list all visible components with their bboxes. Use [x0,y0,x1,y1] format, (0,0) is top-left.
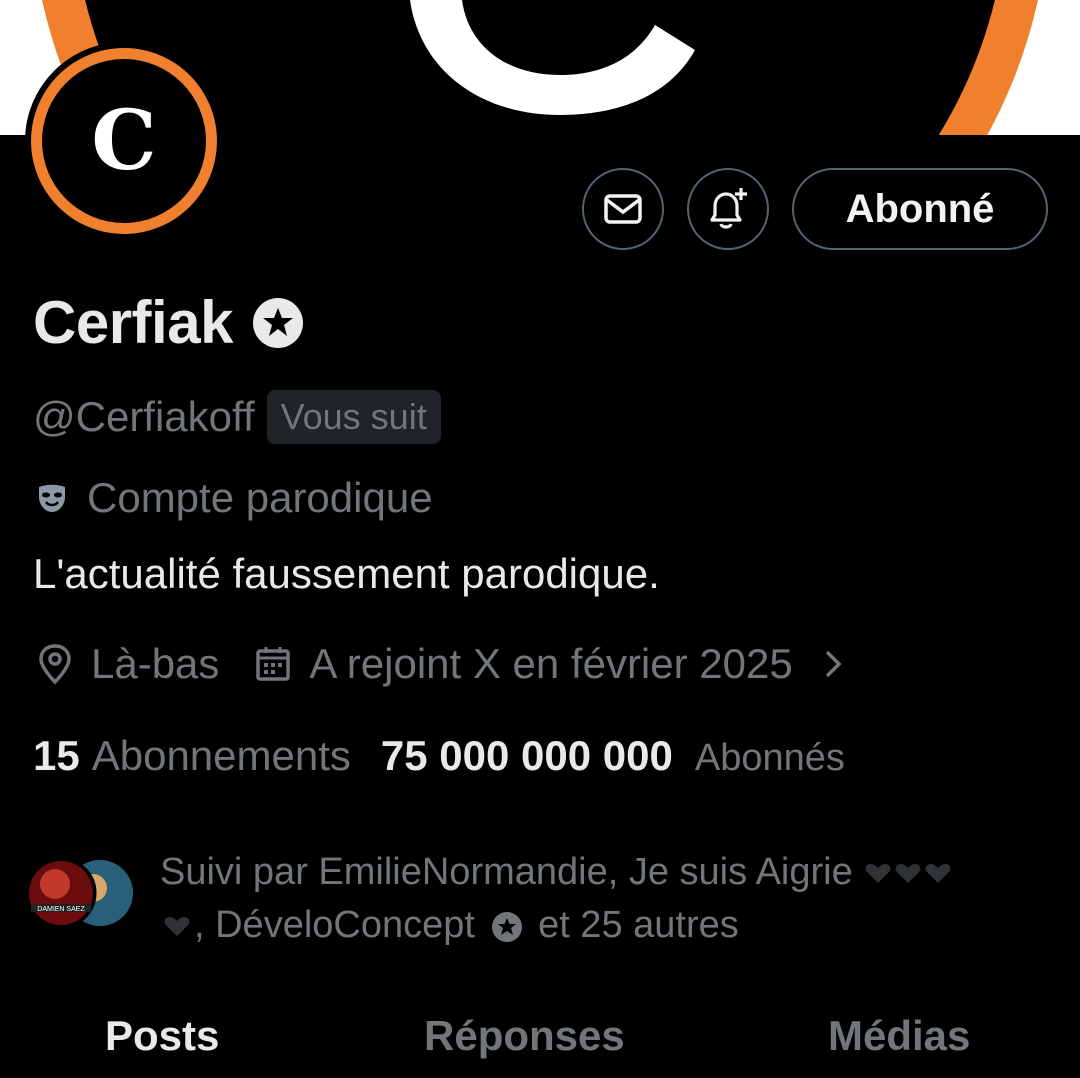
svg-text:DAMIEN SAEZ: DAMIEN SAEZ [37,906,85,913]
display-name: Cerfiak [33,289,233,356]
theater-mask-icon [39,484,65,512]
following-label: Abonnements [91,732,351,779]
parody-label-row[interactable]: Compte parodique [35,474,433,522]
followers-label: Abonnés [694,737,845,779]
followers-count: 75 000 000 000 [380,732,673,779]
user-handle: @Cerfiakoff [33,393,255,440]
chevron-right-icon[interactable] [815,644,851,684]
grey-hearts-icon [865,863,951,883]
verified-badge-icon [491,911,522,942]
notifications-button[interactable] [687,168,769,250]
followed-by-text: Suivi par EmilieNormandie, Je suis Aigri… [160,846,1020,952]
follows-you-badge: Vous suit [266,390,441,444]
grey-heart-icon [164,916,190,936]
calendar-icon [256,647,291,681]
bell-plus-icon [710,188,747,229]
avatar-logo-image: C [31,48,217,234]
verified-badge-icon[interactable] [251,296,305,350]
followed-by-section[interactable]: DAMIEN SAEZ Suivi par EmilieNormandie, J… [25,846,1045,946]
followed-by-suffix: et 25 autres [538,904,739,946]
profile-avatar[interactable]: C [25,42,223,240]
following-count: 15 [33,732,80,779]
display-name-row: Cerfiak [33,288,305,357]
followers-stat[interactable]: 75 000 000 000 Abonnés [381,732,845,780]
message-button[interactable] [582,168,664,250]
location-pin-icon [39,644,71,685]
following-stat[interactable]: 15 Abonnements [33,732,351,780]
tab-media[interactable]: Médias [828,1012,970,1060]
followed-by-prefix: Suivi par EmilieNormandie, Je suis Aigri… [160,851,853,893]
handle-row: @Cerfiakoff Vous suit [33,390,441,444]
followed-by-middle: , DéveloConcept [194,904,475,946]
svg-text:C: C [91,93,156,189]
tab-replies[interactable]: Réponses [424,1012,625,1060]
profile-meta-row: Là-bas A rejoint X en février 2025 [35,640,851,688]
parody-label: Compte parodique [87,474,433,521]
profile-tabs: Posts Réponses Médias [0,1000,1080,1078]
follow-stats-row: 15 Abonnements 75 000 000 000 Abonnés [33,732,845,780]
profile-location: Là-bas [91,640,220,687]
following-button[interactable]: Abonné [792,168,1048,250]
envelope-icon [604,194,642,224]
profile-bio: L'actualité faussement parodique. [33,550,660,597]
follower-avatars-stack: DAMIEN SAEZ [25,858,133,928]
join-date[interactable]: A rejoint X en février 2025 [309,640,792,688]
tab-posts[interactable]: Posts [105,1012,219,1060]
